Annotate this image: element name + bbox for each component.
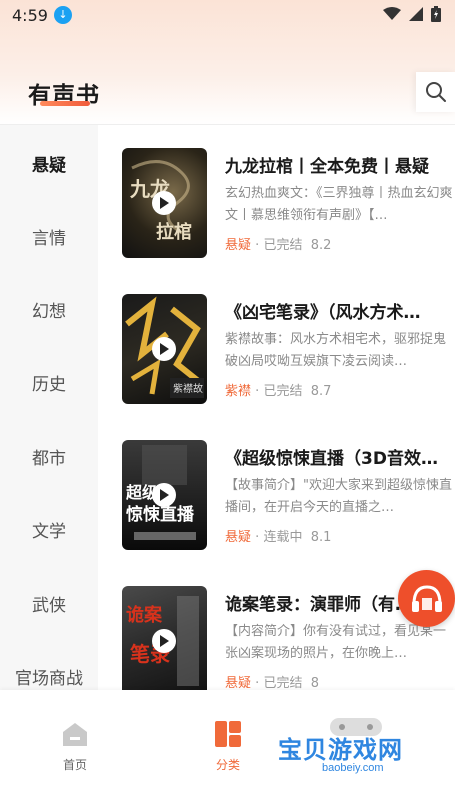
book-title[interactable]: 《凶宅笔录》（风水方术… [225, 298, 451, 323]
book-status: 已完结 [263, 238, 303, 253]
book-rating: 8.7 [310, 384, 332, 399]
status-bar: 4:59 ↓ [0, 0, 455, 32]
list-item[interactable]: 紫襟故 《凶宅笔录》（风水方术… 紫襟故事：风水方术相宅术，驱邪捉鬼破凶局哎呦互… [98, 294, 455, 409]
meta-separator: · [255, 238, 260, 253]
book-description: 【故事简介】"欢迎大家来到超级惊悚直播间，在开启今天的直播之… [225, 478, 452, 515]
nav-category-label: 分类 [215, 758, 240, 772]
book-title[interactable]: 九龙拉棺丨全本免费丨悬疑 [225, 152, 451, 177]
battery-icon [431, 6, 441, 22]
sidebar-item-history[interactable]: 历史 [0, 370, 98, 395]
book-category: 悬疑 [225, 530, 252, 545]
status-time: 4:59 [12, 6, 48, 25]
book-cover[interactable]: 紫襟故 [122, 294, 207, 404]
play-icon [160, 635, 169, 647]
sidebar-item-urban[interactable]: 都市 [0, 444, 98, 469]
sidebar-item-romance[interactable]: 言情 [0, 224, 98, 249]
sidebar-item-fantasy[interactable]: 幻想 [0, 297, 98, 322]
wifi-icon [383, 7, 401, 20]
play-button[interactable] [152, 337, 176, 361]
book-meta: 悬疑 · 已完结 8 [225, 672, 319, 690]
now-playing-button[interactable] [398, 570, 455, 627]
book-cover[interactable]: 九龙 拉棺 [122, 148, 207, 258]
list-item[interactable]: 超级 惊悚直播 《超级惊悚直播（3D音效… 【故事简介】"欢迎大家来到超级惊悚直… [98, 440, 455, 555]
nav-home-label: 首页 [62, 758, 87, 772]
play-icon [160, 343, 169, 355]
book-cover[interactable]: 诡案 笔录 [122, 586, 207, 690]
meta-separator: · [255, 530, 260, 545]
bottom-navigation: 首页 分类 宝贝游戏网 baobeiy.com [0, 690, 455, 809]
sidebar-item-suspense[interactable]: 悬疑 [0, 151, 98, 176]
play-button[interactable] [152, 191, 176, 215]
book-meta: 悬疑 · 连载中 8.1 [225, 526, 331, 545]
sidebar-item-wuxia[interactable]: 武侠 [0, 591, 98, 616]
book-rating: 8.2 [310, 238, 332, 253]
svg-text:紫襟故: 紫襟故 [173, 382, 203, 395]
book-category: 悬疑 [225, 676, 252, 690]
sidebar-item-officialdom[interactable]: 官场商战 [0, 664, 98, 689]
watermark-url: baobeiy.com [322, 762, 384, 774]
book-cover[interactable]: 超级 惊悚直播 [122, 440, 207, 550]
signal-icon [409, 7, 423, 21]
play-icon [160, 197, 169, 209]
svg-text:诡案: 诡案 [126, 604, 163, 626]
book-meta: 悬疑 · 已完结 8.2 [225, 234, 331, 253]
title-underline [40, 101, 90, 106]
category-icon [215, 721, 241, 747]
book-status: 已完结 [263, 384, 303, 399]
headphones-icon [411, 584, 442, 612]
nav-home[interactable]: 首页 [45, 720, 105, 773]
search-icon [425, 82, 446, 102]
download-icon: ↓ [54, 6, 72, 24]
book-description: 紫襟故事：风水方术相宅术，驱邪捉鬼破凶局哎呦互娱旗下凌云阅读… [225, 332, 447, 369]
home-icon [63, 723, 87, 746]
book-status: 连载中 [263, 530, 303, 545]
play-button[interactable] [152, 483, 176, 507]
watermark-text: 宝贝游戏网 [278, 736, 403, 764]
meta-separator: · [255, 384, 260, 399]
book-meta: 紫襟 · 已完结 8.7 [225, 380, 331, 399]
book-description: 【内容简介】你有没有试过，看见某一张凶案现场的照片，在你晚上… [225, 624, 447, 661]
book-status: 已完结 [263, 676, 303, 690]
watermark-logo: 宝贝游戏网 baobeiy.com [278, 718, 428, 800]
play-button[interactable] [152, 629, 176, 653]
play-icon [160, 489, 169, 501]
svg-text:拉棺: 拉棺 [156, 221, 192, 243]
sidebar-item-literature[interactable]: 文学 [0, 517, 98, 542]
status-icons [383, 6, 441, 22]
meta-separator: · [255, 676, 260, 690]
book-category: 紫襟 [225, 384, 252, 399]
svg-text:惊悚直播: 惊悚直播 [126, 504, 195, 525]
book-title[interactable]: 《超级惊悚直播（3D音效… [225, 444, 451, 469]
book-rating: 8.1 [310, 530, 332, 545]
category-sidebar: 悬疑 言情 幻想 历史 都市 文学 武侠 官场商战 [0, 125, 98, 690]
search-button[interactable] [416, 72, 455, 112]
nav-category[interactable]: 分类 [198, 720, 258, 773]
book-category: 悬疑 [225, 238, 252, 253]
list-item[interactable]: 九龙 拉棺 九龙拉棺丨全本免费丨悬疑 玄幻热血爽文：《三界独尊丨热血玄幻爽文丨慕… [98, 148, 455, 263]
book-rating: 8 [310, 676, 319, 690]
book-description: 玄幻热血爽文：《三界独尊丨热血玄幻爽文丨慕思维领衔有声剧》【… [225, 186, 453, 223]
